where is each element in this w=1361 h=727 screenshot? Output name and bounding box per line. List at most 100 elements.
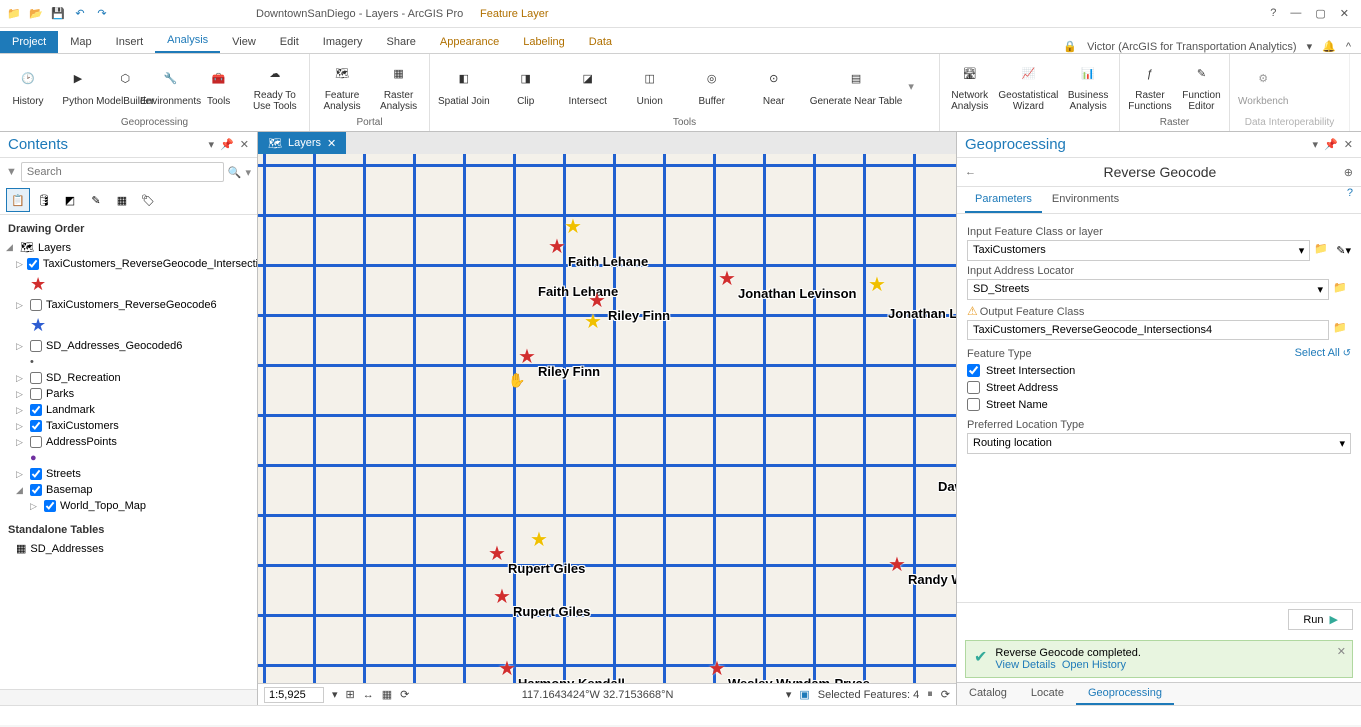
qat-save-icon[interactable]: 💾 bbox=[50, 6, 66, 22]
search-icon[interactable]: 🔍 bbox=[228, 166, 242, 179]
gp-menu-icon[interactable]: ▾ bbox=[1313, 138, 1319, 151]
yellow-star-marker[interactable]: ★ bbox=[868, 272, 886, 297]
btn-geostat-wizard[interactable]: 📈Geostatistical Wizard bbox=[998, 56, 1060, 116]
tab-insert[interactable]: Insert bbox=[104, 31, 156, 53]
toc-tab-selection[interactable]: ◩ bbox=[58, 188, 82, 212]
pane-close-icon[interactable]: ✕ bbox=[240, 138, 249, 151]
select-all-link[interactable]: Select All ↺ bbox=[1295, 347, 1351, 359]
gp-add-icon[interactable]: ⊕ bbox=[1344, 166, 1353, 179]
btn-python[interactable]: ▶Python bbox=[54, 56, 102, 116]
status-icon-1[interactable]: ⊞ bbox=[346, 688, 355, 701]
yellow-star-marker[interactable]: ★ bbox=[530, 527, 548, 552]
plt-field[interactable]: Routing location▾ bbox=[967, 433, 1351, 454]
tab-imagery[interactable]: Imagery bbox=[311, 31, 375, 53]
scale-input[interactable] bbox=[264, 687, 324, 703]
qat-open-icon[interactable]: 📂 bbox=[28, 6, 44, 22]
btn-history[interactable]: 🕑History bbox=[4, 56, 52, 116]
status-refresh-icon[interactable]: ⟳ bbox=[941, 688, 950, 701]
input-features-field[interactable]: TaxiCustomers▾ bbox=[967, 240, 1310, 261]
toc-tab-edit[interactable]: ✎ bbox=[84, 188, 108, 212]
toc-layer[interactable]: ▷TaxiCustomers_ReverseGeocode6 bbox=[2, 297, 255, 313]
tab-labeling[interactable]: Labeling bbox=[511, 31, 577, 53]
tab-analysis[interactable]: Analysis bbox=[155, 29, 220, 53]
msg-close-icon[interactable]: ✕ bbox=[1337, 645, 1346, 658]
btn-function-editor[interactable]: ✎Function Editor bbox=[1178, 56, 1225, 116]
toc-tab-snap[interactable]: ▦ bbox=[110, 188, 134, 212]
toc-layer[interactable]: ▷SD_Recreation bbox=[2, 370, 255, 386]
toc-layer[interactable]: ▷TaxiCustomers_ReverseGeocode_Intersecti… bbox=[2, 256, 255, 272]
map-view-tab[interactable]: 🗺 Layers ✕ bbox=[258, 132, 346, 154]
toc-table-item[interactable]: ▦SD_Addresses bbox=[2, 540, 255, 557]
contents-scrollbar[interactable] bbox=[0, 689, 257, 705]
toc-layer[interactable]: ▷AddressPoints bbox=[2, 434, 255, 450]
toc-layer[interactable]: ▷Streets bbox=[2, 466, 255, 482]
btab-catalog[interactable]: Catalog bbox=[957, 683, 1019, 705]
toc-layer[interactable]: ▷SD_Addresses_Geocoded6 bbox=[2, 338, 255, 354]
gp-help-icon[interactable]: ? bbox=[1347, 187, 1353, 213]
scale-dropdown-icon[interactable]: ▾ bbox=[332, 688, 338, 701]
btn-feature-analysis[interactable]: 🗺Feature Analysis bbox=[314, 56, 370, 116]
user-name[interactable]: Victor (ArcGIS for Transportation Analyt… bbox=[1087, 41, 1296, 53]
btn-intersect[interactable]: ◪Intersect bbox=[558, 56, 618, 116]
gp-pin-icon[interactable]: 📌 bbox=[1324, 138, 1338, 151]
btn-raster-functions[interactable]: ƒRaster Functions bbox=[1124, 56, 1176, 116]
tab-view[interactable]: View bbox=[220, 31, 268, 53]
close-tab-icon[interactable]: ✕ bbox=[327, 137, 336, 150]
pane-pin-icon[interactable]: 📌 bbox=[220, 138, 234, 151]
chk-street-intersection[interactable]: Street Intersection bbox=[967, 362, 1351, 379]
red-star-marker[interactable]: ★ bbox=[718, 266, 736, 291]
btn-buffer[interactable]: ◎Buffer bbox=[682, 56, 742, 116]
btn-near[interactable]: ⊙Near bbox=[744, 56, 804, 116]
minimize-icon[interactable]: — bbox=[1290, 7, 1301, 20]
status-pause-icon[interactable]: ⏸ bbox=[927, 688, 933, 701]
toc-layer[interactable]: ▷Parks bbox=[2, 386, 255, 402]
tools-expand-icon[interactable]: ▾ bbox=[908, 80, 914, 93]
notifications-icon[interactable]: 🔔 bbox=[1322, 40, 1336, 53]
red-star-marker[interactable]: ★ bbox=[498, 656, 516, 681]
view-details-link[interactable]: View Details bbox=[995, 659, 1055, 671]
yellow-star-marker[interactable]: ★ bbox=[564, 214, 582, 239]
tab-data[interactable]: Data bbox=[577, 31, 624, 53]
btn-union[interactable]: ◫Union bbox=[620, 56, 680, 116]
chk-street-name[interactable]: Street Name bbox=[967, 396, 1351, 413]
filter-icon[interactable]: ▼ bbox=[6, 166, 17, 178]
gp-close-icon[interactable]: ✕ bbox=[1344, 138, 1353, 151]
btab-locate[interactable]: Locate bbox=[1019, 683, 1076, 705]
toc-map-frame[interactable]: ◢🗺Layers bbox=[2, 239, 255, 256]
edit-icon[interactable]: ✎▾ bbox=[1336, 244, 1351, 257]
toc-basemap-layer[interactable]: ▷World_Topo_Map bbox=[2, 498, 255, 514]
red-star-marker[interactable]: ★ bbox=[548, 234, 566, 259]
red-star-marker[interactable]: ★ bbox=[588, 288, 606, 313]
status-icon-2[interactable]: ↔ bbox=[363, 689, 374, 701]
run-button[interactable]: Run▶ bbox=[1288, 609, 1353, 630]
btn-modelbuilder[interactable]: ⬡ModelBuilder bbox=[104, 56, 147, 116]
qat-undo-icon[interactable]: ↶ bbox=[72, 6, 88, 22]
btn-environments[interactable]: 🔧Environments bbox=[149, 56, 193, 116]
gp-back-icon[interactable]: ← bbox=[965, 166, 976, 178]
search-menu-icon[interactable]: ▾ bbox=[245, 166, 251, 179]
browse-locator-icon[interactable]: 📁 bbox=[1333, 281, 1351, 299]
help-icon[interactable]: ? bbox=[1270, 7, 1276, 20]
qat-project-icon[interactable]: 📁 bbox=[6, 6, 22, 22]
btn-business-analysis[interactable]: 📊Business Analysis bbox=[1061, 56, 1115, 116]
red-star-marker[interactable]: ★ bbox=[488, 541, 506, 566]
btn-gen-near-table[interactable]: ▤Generate Near Table bbox=[806, 56, 907, 116]
contents-search-input[interactable] bbox=[21, 162, 224, 182]
toc-tab-drawing[interactable]: 📋 bbox=[6, 188, 30, 212]
toc-basemap[interactable]: ◢Basemap bbox=[2, 482, 255, 498]
btn-tools[interactable]: 🧰Tools bbox=[195, 56, 243, 116]
tab-map[interactable]: Map bbox=[58, 31, 103, 53]
browse-output-icon[interactable]: 📁 bbox=[1333, 321, 1351, 339]
tab-share[interactable]: Share bbox=[375, 31, 428, 53]
ribbon-collapse-icon[interactable]: ^ bbox=[1346, 41, 1351, 53]
toc-layer[interactable]: ▷Landmark bbox=[2, 402, 255, 418]
toc-tab-source[interactable]: 🛢 bbox=[32, 188, 56, 212]
toc-tab-label[interactable]: 🏷 bbox=[136, 188, 160, 212]
output-field[interactable] bbox=[967, 320, 1329, 340]
tab-project[interactable]: Project bbox=[0, 31, 58, 53]
pane-menu-icon[interactable]: ▾ bbox=[209, 138, 215, 151]
btn-spatial-join[interactable]: ◧Spatial Join bbox=[434, 56, 494, 116]
red-star-marker[interactable]: ★ bbox=[493, 584, 511, 609]
red-star-marker[interactable]: ★ bbox=[708, 656, 726, 681]
status-icon-4[interactable]: ⟳ bbox=[400, 688, 409, 701]
